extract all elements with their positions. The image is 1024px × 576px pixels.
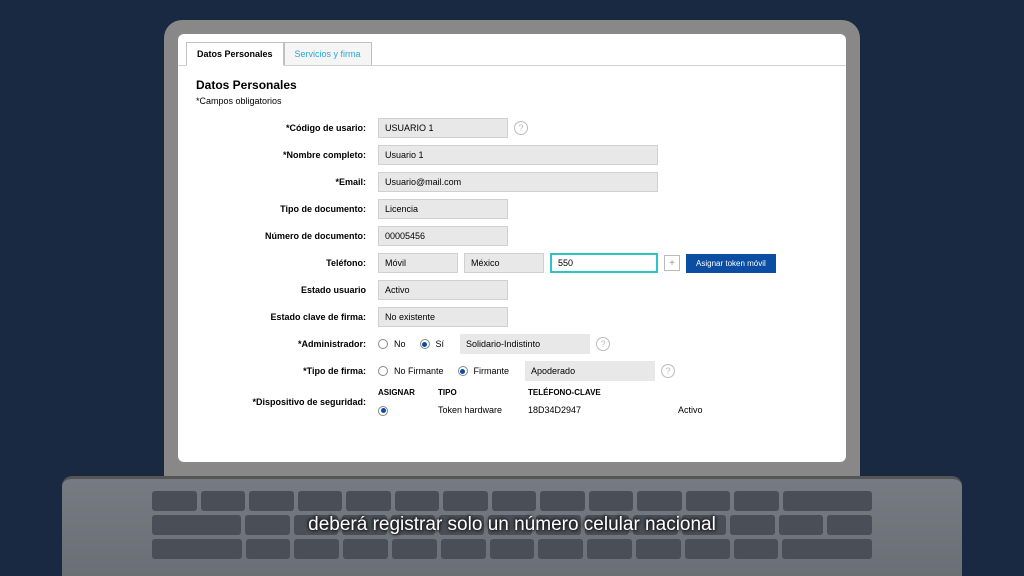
- td-status: Activo: [678, 405, 738, 415]
- label-doc-number: Número de documento:: [196, 231, 372, 241]
- label-email: *Email:: [196, 177, 372, 187]
- device-row: Token hardware 18D34D2947 Activo: [378, 405, 828, 416]
- add-phone-icon[interactable]: +: [664, 255, 680, 271]
- label-full-name: *Nombre completo:: [196, 150, 372, 160]
- help-icon[interactable]: ?: [514, 121, 528, 135]
- section-title: Datos Personales: [196, 78, 828, 92]
- th-phone: TELÉFONO-CLAVE: [528, 388, 678, 397]
- input-sign-key-status: No existente: [378, 307, 508, 327]
- tab-bar: Datos Personales Servicios y firma: [178, 34, 846, 66]
- input-user-status: Activo: [378, 280, 508, 300]
- required-fields-note: *Campos obligatorios: [196, 96, 828, 106]
- input-doc-type[interactable]: Licencia: [378, 199, 508, 219]
- assign-token-button[interactable]: Asignar token móvil: [686, 254, 776, 273]
- laptop: Datos Personales Servicios y firma Datos…: [164, 20, 860, 476]
- help-icon[interactable]: ?: [596, 337, 610, 351]
- label-user-code: *Código de usario:: [196, 123, 372, 133]
- td-type: Token hardware: [438, 405, 528, 415]
- radio-sign-yes-label: Firmante: [474, 366, 510, 376]
- label-sign-type: *Tipo de firma:: [196, 366, 372, 376]
- select-sign-type[interactable]: Apoderado: [525, 361, 655, 381]
- video-caption: deberá registrar solo un número celular …: [308, 514, 716, 536]
- tab-personal[interactable]: Datos Personales: [186, 42, 284, 66]
- app-screen: Datos Personales Servicios y firma Datos…: [178, 34, 846, 462]
- label-sign-key-status: Estado clave de firma:: [196, 312, 372, 322]
- select-phone-type[interactable]: Móvil: [378, 253, 458, 273]
- radio-admin-no-label: No: [394, 339, 406, 349]
- input-email[interactable]: Usuario@mail.com: [378, 172, 658, 192]
- label-security-device: *Dispositivo de seguridad:: [196, 397, 372, 407]
- label-user-status: Estado usuario: [196, 285, 372, 295]
- label-doc-type: Tipo de documento:: [196, 204, 372, 214]
- th-assign: ASIGNAR: [378, 388, 438, 397]
- input-user-code[interactable]: USUARIO 1: [378, 118, 508, 138]
- input-phone-number[interactable]: 550: [550, 253, 658, 273]
- tab-services[interactable]: Servicios y firma: [284, 42, 372, 65]
- input-doc-number[interactable]: 00005456: [378, 226, 508, 246]
- select-admin-type[interactable]: Solidario-Indistinto: [460, 334, 590, 354]
- radio-sign-yes[interactable]: [458, 366, 468, 376]
- input-full-name[interactable]: Usuario 1: [378, 145, 658, 165]
- td-phone: 18D34D2947: [528, 405, 678, 415]
- radio-sign-no[interactable]: [378, 366, 388, 376]
- label-phone: Teléfono:: [196, 258, 372, 268]
- th-type: TIPO: [438, 388, 528, 397]
- radio-admin-yes-label: Sí: [436, 339, 445, 349]
- form-content: Datos Personales *Campos obligatorios *C…: [178, 66, 846, 462]
- radio-sign-no-label: No Firmante: [394, 366, 444, 376]
- screen-bezel: Datos Personales Servicios y firma Datos…: [164, 20, 860, 476]
- label-admin: *Administrador:: [196, 339, 372, 349]
- help-icon[interactable]: ?: [661, 364, 675, 378]
- radio-device-assign[interactable]: [378, 406, 388, 416]
- select-phone-country[interactable]: México: [464, 253, 544, 273]
- radio-admin-no[interactable]: [378, 339, 388, 349]
- radio-admin-yes[interactable]: [420, 339, 430, 349]
